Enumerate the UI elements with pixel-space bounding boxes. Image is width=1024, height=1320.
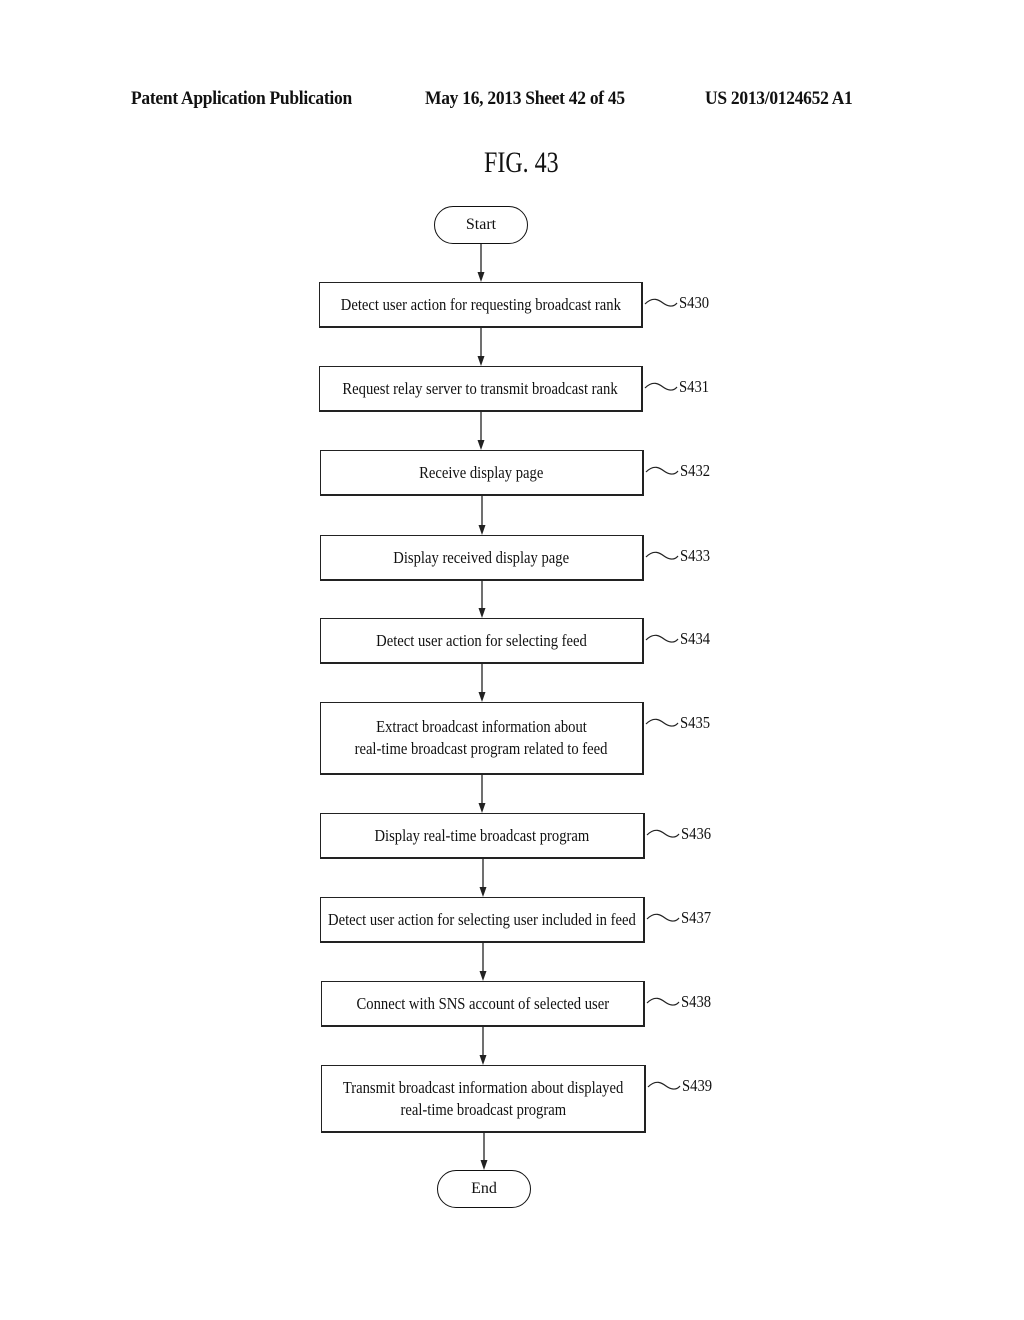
step-text: Detect user action for requesting broadc… [340,294,621,314]
step-id-label: S430 [679,293,710,312]
leader-line [645,551,679,560]
step-text: Display real-time broadcast program [374,825,590,845]
leader-line [645,634,679,643]
step-id-label: S432 [680,461,711,480]
arrowhead [477,272,485,282]
start-terminal: Start [434,206,528,244]
step-text: real-time broadcast program [400,1099,566,1119]
publication-number: US 2013/0124652 A1 [705,88,853,109]
step-box-s437: Detect user action for selecting user in… [320,897,645,943]
arrowhead [477,356,485,366]
arrowhead [479,971,487,981]
step-id-label: S431 [679,377,710,396]
step-text: Detect user action for selecting feed [376,630,587,650]
arrowhead [479,887,487,897]
leader-line [645,466,679,475]
arrowhead [478,608,486,618]
leader-line [644,298,678,307]
step-id-label: S436 [681,824,712,843]
step-box-s435: Extract broadcast information about real-… [320,702,644,775]
arrowhead [480,1160,488,1170]
step-text: Request relay server to transmit broadca… [342,378,619,398]
step-box-s430: Detect user action for requesting broadc… [319,282,643,328]
step-id-label: S434 [680,629,711,648]
figure-title: FIG. 43 [484,146,559,179]
arrowhead [478,692,486,702]
start-label: Start [465,216,497,233]
leader-line [646,997,680,1006]
arrowhead [478,803,486,813]
leader-line [647,1081,681,1090]
leader-line [645,718,679,727]
step-text: Connect with SNS account of selected use… [356,993,609,1013]
publication-type: Patent Application Publication [131,88,352,109]
step-box-s432: Receive display page [320,450,644,496]
arrowhead [479,1055,487,1065]
step-box-s433: Display received display page [320,535,644,581]
step-text: Extract broadcast information about [376,717,587,736]
step-text: real-time broadcast program related to f… [355,739,608,758]
step-id-label: S435 [680,713,711,732]
step-id-label: S433 [680,546,711,565]
arrowhead [477,440,485,450]
publication-date-sheet: May 16, 2013 Sheet 42 of 45 [425,88,625,109]
arrowhead [478,525,486,535]
leader-line [646,829,680,838]
end-label: End [471,1180,497,1197]
end-terminal: End [437,1170,531,1208]
step-box-s434: Detect user action for selecting feed [320,618,644,664]
step-id-label: S438 [681,992,712,1011]
step-id-label: S439 [682,1076,713,1095]
step-box-s431: Request relay server to transmit broadca… [319,366,643,412]
step-id-label: S437 [681,908,712,927]
step-text: Transmit broadcast information about dis… [342,1077,624,1097]
step-box-s439: Transmit broadcast information about dis… [321,1065,646,1133]
step-text: Display received display page [393,547,570,567]
step-box-s436: Display real-time broadcast program [320,813,645,859]
step-text: Detect user action for selecting user in… [328,909,636,929]
leader-line [644,382,678,391]
leader-line [646,913,680,922]
step-box-s438: Connect with SNS account of selected use… [321,981,645,1027]
step-text: Receive display page [419,462,544,482]
